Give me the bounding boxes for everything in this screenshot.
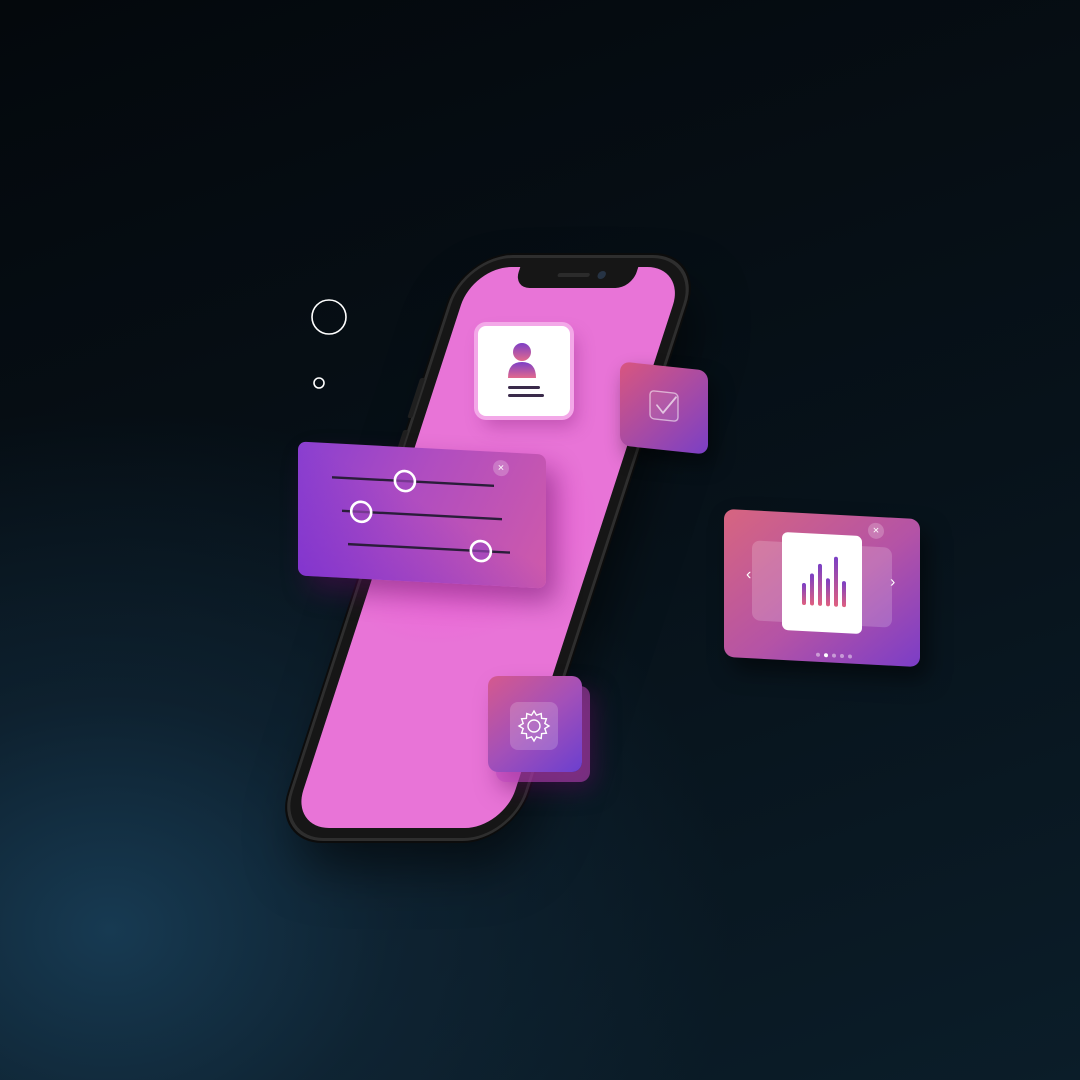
close-icon[interactable]: × xyxy=(868,522,884,540)
front-camera xyxy=(596,271,608,279)
slider-knob[interactable] xyxy=(349,500,373,524)
close-icon[interactable]: × xyxy=(493,459,509,477)
hero-scene: × × ‹ › xyxy=(0,0,1080,1080)
speaker-grille xyxy=(557,273,591,277)
page-dot[interactable] xyxy=(824,653,828,658)
sliders xyxy=(332,469,510,563)
chevron-left-icon[interactable]: ‹ xyxy=(746,566,751,584)
carousel-page-dots xyxy=(816,644,856,664)
bar-chart-icon xyxy=(802,556,846,608)
slider-knob[interactable] xyxy=(393,469,417,493)
settings-tile[interactable] xyxy=(488,676,582,772)
decor-ring-large xyxy=(311,299,347,335)
checkbox-tile[interactable] xyxy=(620,361,708,455)
chart-carousel-panel: × ‹ › xyxy=(724,508,920,668)
phone-notch xyxy=(513,267,639,288)
chart-card[interactable] xyxy=(782,531,862,635)
checkbox-check-icon xyxy=(649,390,679,422)
page-dot[interactable] xyxy=(816,652,820,657)
page-dot[interactable] xyxy=(832,653,836,658)
gear-icon-backdrop xyxy=(510,702,558,750)
page-dot[interactable] xyxy=(848,654,852,659)
user-icon xyxy=(508,343,544,397)
chevron-right-icon[interactable]: › xyxy=(890,574,895,592)
slider-settings-panel: × xyxy=(298,441,546,589)
decor-ring-small xyxy=(313,377,325,389)
page-dot[interactable] xyxy=(840,653,844,659)
slider-knob[interactable] xyxy=(469,539,493,563)
profile-card[interactable] xyxy=(478,326,570,416)
gear-icon xyxy=(517,709,551,743)
